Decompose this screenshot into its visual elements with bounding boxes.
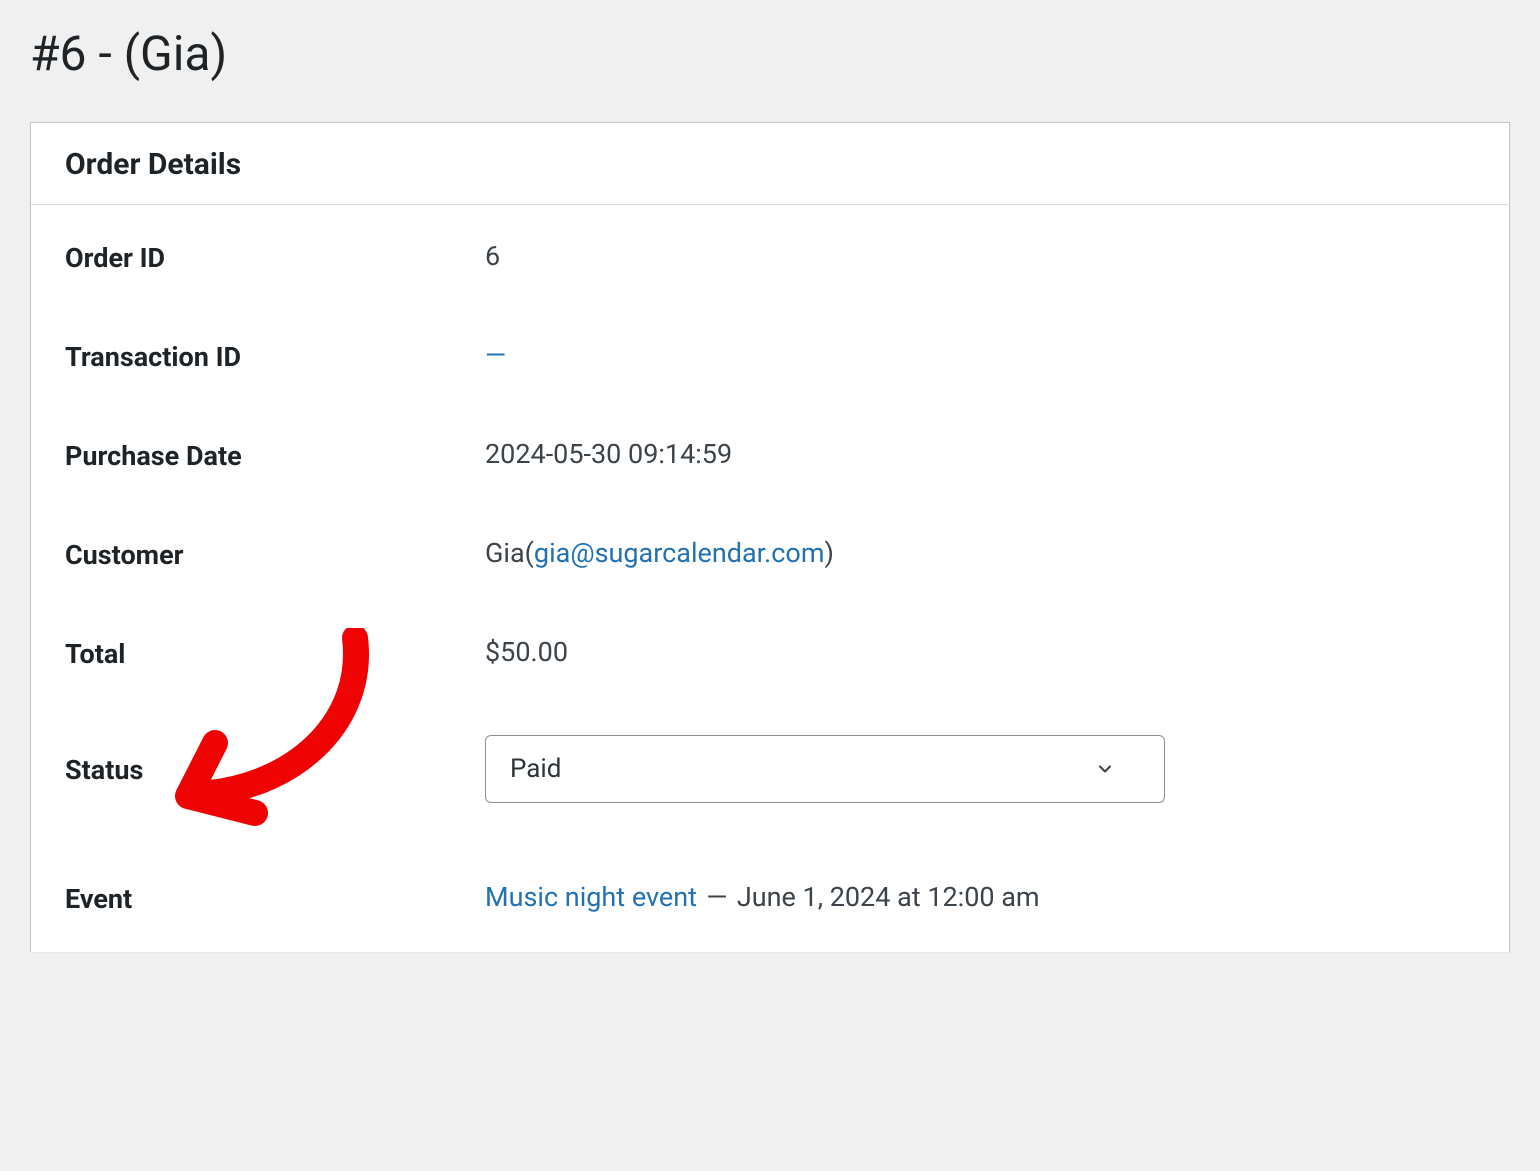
customer-label: Customer	[65, 537, 485, 571]
order-details-panel: Order Details Order ID 6 Transaction ID …	[30, 122, 1510, 952]
panel-heading: Order Details	[31, 123, 1509, 205]
order-id-value: 6	[485, 240, 1475, 272]
status-row: Status Paid	[65, 735, 1475, 803]
customer-row: Customer Gia(gia@sugarcalendar.com)	[65, 537, 1475, 571]
status-select-value: Paid	[510, 754, 561, 784]
transaction-id-link[interactable]: —	[485, 339, 506, 371]
customer-name: Gia	[485, 537, 525, 569]
event-value: Music night event — June 1, 2024 at 12:0…	[485, 881, 1475, 913]
purchase-date-label: Purchase Date	[65, 438, 485, 472]
chevron-down-icon	[1094, 758, 1116, 780]
purchase-date-row: Purchase Date 2024-05-30 09:14:59	[65, 438, 1475, 472]
total-value: $50.00	[485, 636, 1475, 668]
event-link[interactable]: Music night event	[485, 881, 697, 913]
order-id-label: Order ID	[65, 240, 485, 274]
transaction-id-row: Transaction ID —	[65, 339, 1475, 373]
event-date: June 1, 2024 at 12:00 am	[737, 881, 1040, 913]
total-row: Total $50.00	[65, 636, 1475, 670]
purchase-date-value: 2024-05-30 09:14:59	[485, 438, 1475, 470]
total-label: Total	[65, 636, 485, 670]
panel-heading-title: Order Details	[65, 147, 1475, 182]
event-label: Event	[65, 881, 485, 915]
order-id-row: Order ID 6	[65, 240, 1475, 274]
transaction-id-value: —	[485, 339, 1475, 371]
transaction-id-label: Transaction ID	[65, 339, 485, 373]
event-separator: —	[700, 881, 734, 913]
customer-value: Gia(gia@sugarcalendar.com)	[485, 537, 1475, 569]
status-label: Status	[65, 752, 485, 786]
status-select[interactable]: Paid	[485, 735, 1165, 803]
event-row: Event Music night event — June 1, 2024 a…	[65, 881, 1475, 915]
customer-email-link[interactable]: gia@sugarcalendar.com	[534, 537, 825, 569]
page-title: #6 - (Gia)	[30, 25, 1510, 82]
